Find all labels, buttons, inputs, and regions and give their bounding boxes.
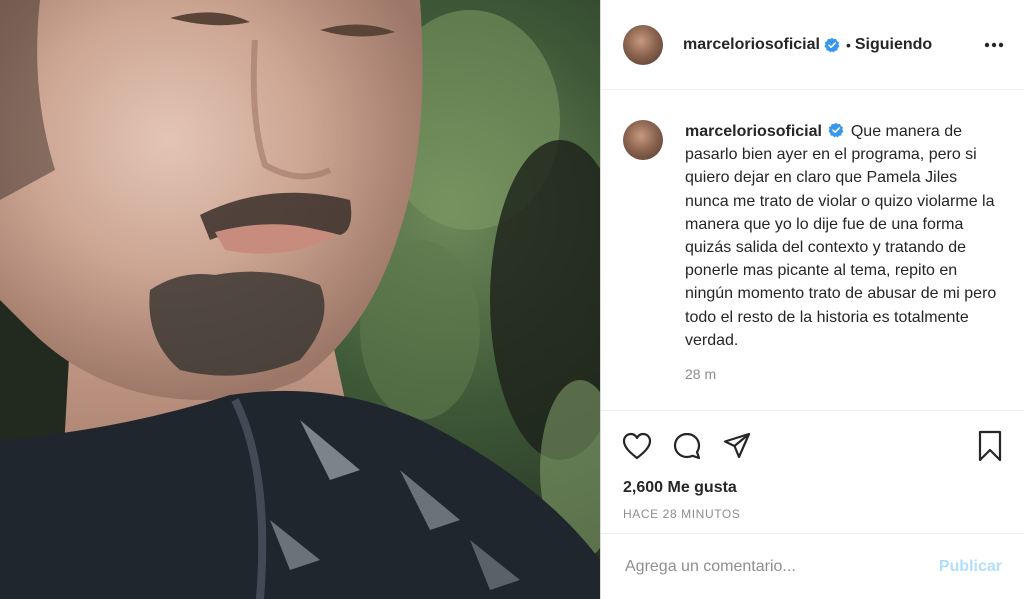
publish-button[interactable]: Publicar [939, 558, 1002, 576]
caption-body: marceloriosoficial Que manera de pasarlo… [685, 120, 1005, 382]
instagram-post: marceloriosoficial • Siguiendo marcelori… [0, 0, 1024, 599]
comment-input[interactable] [623, 556, 939, 577]
action-bar [601, 411, 1024, 473]
verified-badge-icon [824, 37, 840, 52]
portrait-image [0, 0, 600, 599]
heart-icon[interactable] [621, 430, 653, 462]
post-details-panel: marceloriosoficial • Siguiendo marcelori… [600, 0, 1024, 599]
comment-icon[interactable] [671, 430, 703, 462]
caption-author-avatar[interactable] [623, 120, 663, 160]
comments-section: marceloriosoficial Que manera de pasarlo… [601, 90, 1024, 411]
add-comment-bar: Publicar [601, 533, 1024, 599]
post-date[interactable]: HACE 28 MINUTOS [601, 503, 1024, 533]
likes-count[interactable]: 2,600 Me gusta [601, 473, 1024, 503]
post-header: marceloriosoficial • Siguiendo [601, 0, 1024, 90]
verified-badge-icon [828, 122, 844, 138]
more-options-icon[interactable] [982, 33, 1006, 57]
caption-time-ago[interactable]: 28 m [685, 366, 1005, 382]
post-photo[interactable] [0, 0, 600, 599]
caption-username[interactable]: marceloriosoficial [685, 123, 822, 140]
caption-text-block: marceloriosoficial Que manera de pasarlo… [685, 120, 1005, 352]
author-avatar[interactable] [623, 24, 663, 65]
bookmark-icon[interactable] [974, 430, 1006, 462]
share-icon[interactable] [721, 430, 753, 462]
header-separator: • [845, 36, 851, 53]
caption: marceloriosoficial Que manera de pasarlo… [623, 120, 1006, 382]
author-username[interactable]: marceloriosoficial [683, 36, 820, 54]
caption-text: Que manera de pasarlo bien ayer en el pr… [685, 123, 997, 349]
following-button[interactable]: Siguiendo [855, 36, 932, 54]
